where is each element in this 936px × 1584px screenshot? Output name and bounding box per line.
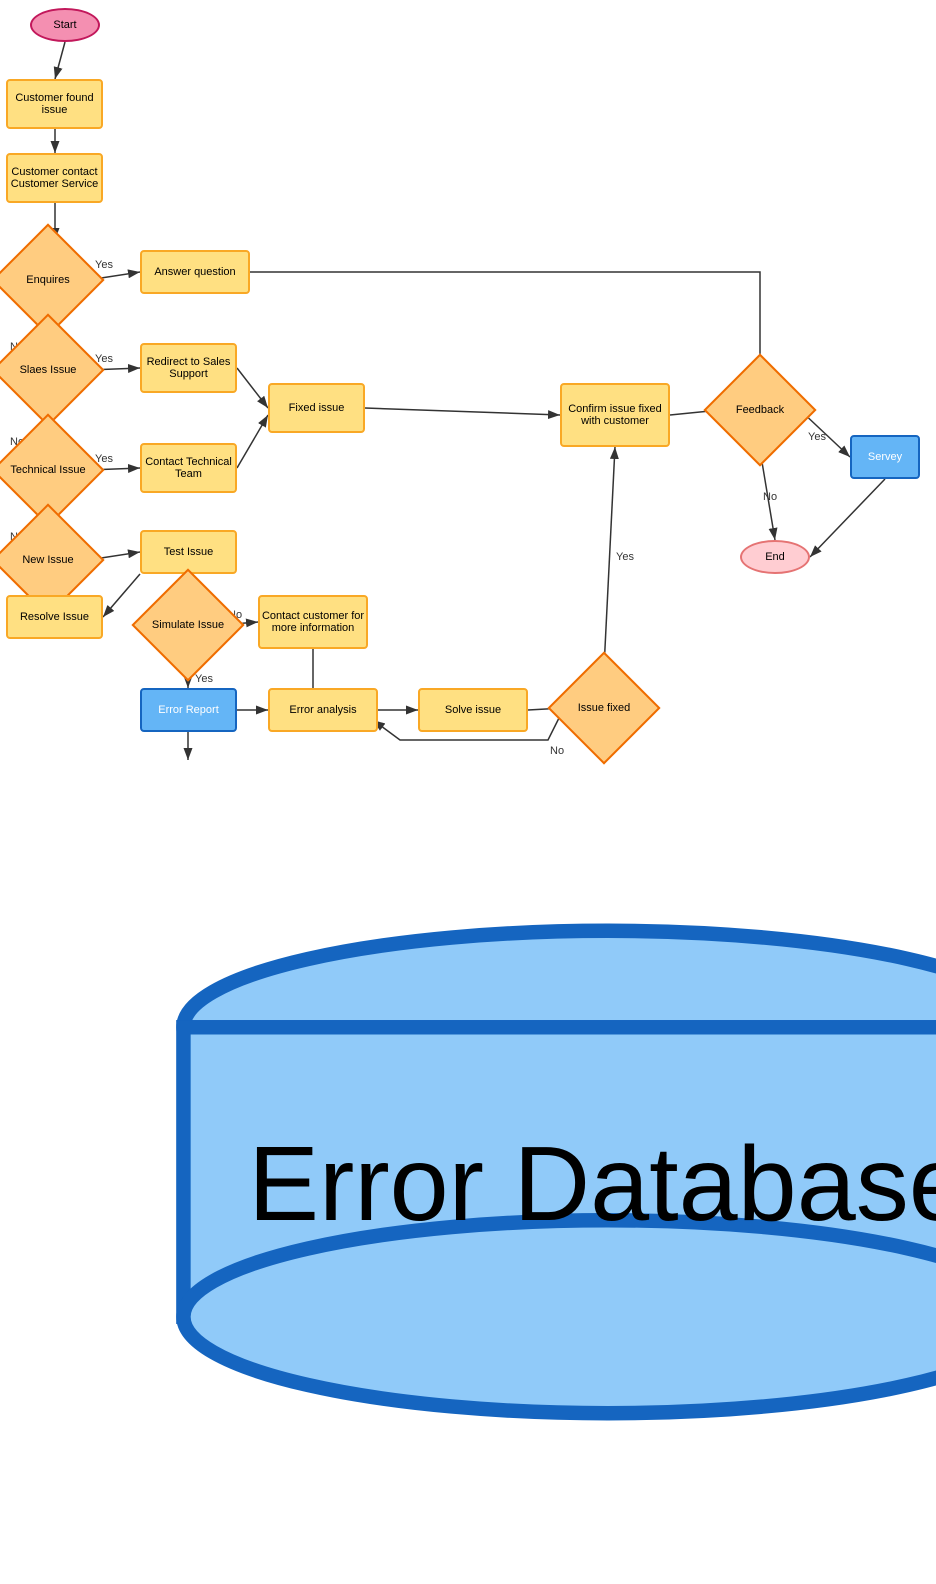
svg-text:No: No <box>763 491 777 503</box>
customer-found-label: Customer found issue <box>8 92 101 116</box>
redirect-sales-label: Redirect to Sales Support <box>142 356 235 380</box>
error-analysis-label: Error analysis <box>289 704 356 716</box>
start-label: Start <box>53 19 76 31</box>
issue-fixed-diamond: Issue fixed <box>564 668 644 748</box>
solve-issue-label: Solve issue <box>445 704 501 716</box>
resolve-issue-label: Resolve Issue <box>20 611 89 623</box>
confirm-issue-node: Confirm issue fixed with customer <box>560 383 670 447</box>
svg-text:No: No <box>550 745 564 757</box>
solve-issue-node: Solve issue <box>418 688 528 732</box>
end-label: End <box>765 551 785 563</box>
svg-text:Yes: Yes <box>95 259 113 271</box>
confirm-issue-label: Confirm issue fixed with customer <box>562 403 668 427</box>
test-issue-node: Test Issue <box>140 530 237 574</box>
slaes-issue-label: Slaes Issue <box>20 364 77 376</box>
error-database-node: Error Database <box>140 760 237 810</box>
enquires-label: Enquires <box>26 274 69 286</box>
svg-text:Yes: Yes <box>616 551 634 563</box>
resolve-issue-node: Resolve Issue <box>6 595 103 639</box>
customer-found-node: Customer found issue <box>6 79 103 129</box>
feedback-diamond: Feedback <box>720 370 800 450</box>
slaes-issue-diamond: Slaes Issue <box>8 330 88 410</box>
servey-label: Servey <box>868 451 902 463</box>
enquires-diamond: Enquires <box>8 240 88 320</box>
issue-fixed-label: Issue fixed <box>578 702 631 714</box>
technical-issue-diamond: Technical Issue <box>8 430 88 510</box>
servey-node: Servey <box>850 435 920 479</box>
contact-technical-node: Contact Technical Team <box>140 443 237 493</box>
contact-technical-label: Contact Technical Team <box>142 456 235 480</box>
answer-question-label: Answer question <box>154 266 235 278</box>
svg-text:Yes: Yes <box>808 431 826 443</box>
svg-text:Yes: Yes <box>195 673 213 685</box>
customer-contact-node: Customer contact Customer Service <box>6 153 103 203</box>
fixed-issue-node: Fixed issue <box>268 383 365 433</box>
svg-text:Error Database: Error Database <box>248 1125 936 1243</box>
contact-customer-node: Contact customer for more information <box>258 595 368 649</box>
redirect-sales-node: Redirect to Sales Support <box>140 343 237 393</box>
end-node: End <box>740 540 810 574</box>
test-issue-label: Test Issue <box>164 546 214 558</box>
error-report-node: Error Report <box>140 688 237 732</box>
customer-contact-label: Customer contact Customer Service <box>8 166 101 190</box>
feedback-label: Feedback <box>736 404 784 416</box>
contact-customer-label: Contact customer for more information <box>260 610 366 634</box>
simulate-issue-diamond: Simulate Issue <box>148 585 228 665</box>
simulate-issue-label: Simulate Issue <box>152 619 224 631</box>
technical-issue-label: Technical Issue <box>10 464 85 476</box>
new-issue-diamond: New Issue <box>8 520 88 600</box>
fixed-issue-label: Fixed issue <box>289 402 345 414</box>
new-issue-label: New Issue <box>22 554 73 566</box>
error-analysis-node: Error analysis <box>268 688 378 732</box>
answer-question-node: Answer question <box>140 250 250 294</box>
error-report-label: Error Report <box>158 704 219 716</box>
start-node: Start <box>30 8 100 42</box>
